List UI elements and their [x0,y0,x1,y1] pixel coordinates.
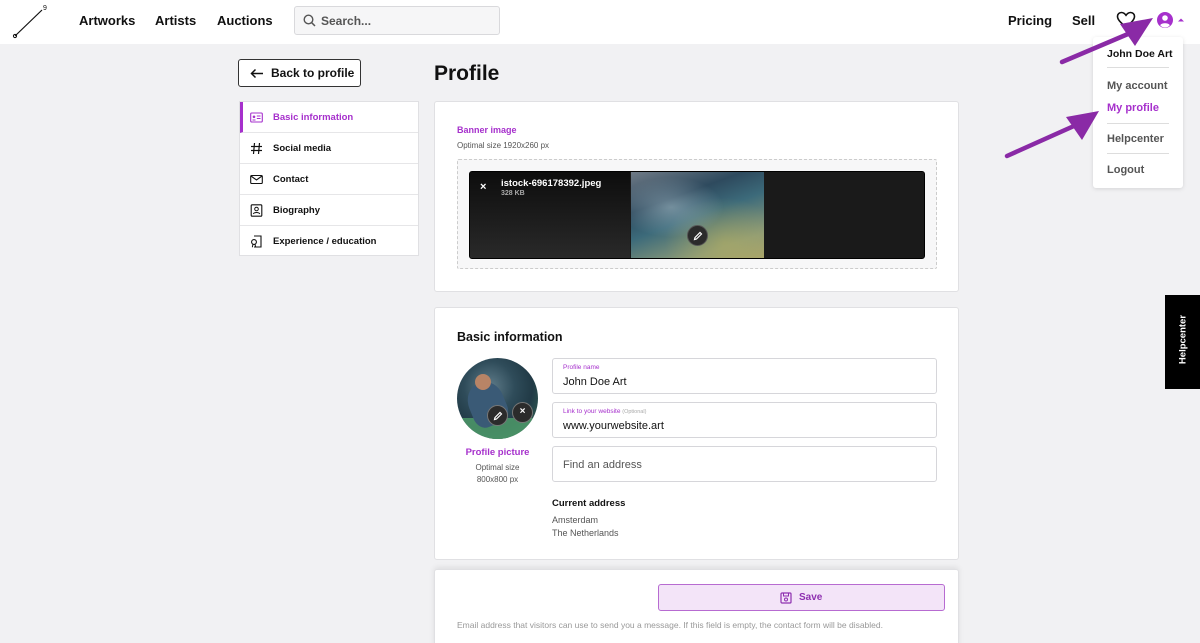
edit-banner-button[interactable] [687,225,708,246]
sidebar-item-label: Social media [273,143,332,154]
close-icon: × [519,406,526,417]
banner-dropzone[interactable]: × istock-696178392.jpeg 328 KB [457,159,937,269]
banner-image-label: Banner image [457,125,517,135]
website-label: Link to your website (Optional) [563,408,647,415]
save-button[interactable]: Save [658,584,945,611]
id-card-icon [250,112,263,123]
profile-picture-hint: Optimal size 800x800 px [475,463,520,484]
dropdown-divider [1107,123,1169,124]
profile-name-field[interactable]: Profile name [552,358,937,394]
logo-icon[interactable]: 9 [12,4,48,40]
dropdown-helpcenter[interactable]: Helpcenter [1107,133,1164,145]
sidebar-item-label: Basic information [273,112,354,123]
remove-profile-picture-button[interactable]: × [512,402,533,423]
hashtag-icon [251,142,262,155]
search-box[interactable] [294,6,500,35]
back-to-profile-button[interactable]: Back to profile [238,59,361,87]
dropdown-my-profile[interactable]: My profile [1107,102,1159,114]
section-title: Basic information [457,330,563,344]
banner-image-card: Banner image Optimal size 1920x260 px × … [434,101,959,292]
profile-picture-label: Profile picture [465,447,530,458]
helpcenter-side-tab[interactable]: Helpcenter [1165,295,1200,389]
nav-auctions[interactable]: Auctions [217,13,273,28]
website-field[interactable]: Link to your website (Optional) [552,402,937,438]
banner-file-size: 328 KB [501,190,525,197]
search-input[interactable] [321,12,491,30]
pencil-icon [693,231,703,241]
certificate-icon [251,235,262,248]
dropdown-my-account[interactable]: My account [1107,80,1168,92]
portrait-icon [250,204,263,217]
user-menu-button[interactable] [1157,12,1187,32]
pencil-icon [493,411,503,421]
current-address-value: Amsterdam The Netherlands [552,515,619,538]
profile-name-label: Profile name [563,364,600,371]
remove-banner-button[interactable]: × [480,181,486,193]
address-field[interactable] [552,446,937,482]
basic-information-card: Basic information × Profile picture Opti… [434,307,959,560]
sidebar-item-label: Contact [273,174,309,185]
user-avatar-icon [1157,12,1184,28]
dropdown-divider [1107,153,1169,154]
svg-text:9: 9 [43,5,47,12]
dropdown-user-name: John Doe Art [1107,48,1173,60]
profile-section-nav: Basic information Social media Contact B… [239,101,419,256]
profile-name-input[interactable] [563,375,923,389]
sidebar-item-contact[interactable]: Contact [240,164,418,195]
search-icon [303,14,316,27]
nav-pricing[interactable]: Pricing [1008,13,1052,28]
banner-file-name: istock-696178392.jpeg [501,178,602,189]
helpcenter-tab-label: Helpcenter [1177,314,1189,365]
top-navigation: 9 Artworks Artists Auctions Pricing Sell [0,0,1200,44]
page-title: Profile [434,62,500,85]
back-to-profile-label: Back to profile [271,66,355,80]
edit-profile-picture-button[interactable] [487,405,508,426]
heart-icon[interactable] [1116,11,1136,29]
save-label: Save [799,592,823,603]
dropdown-logout[interactable]: Logout [1107,164,1144,176]
sidebar-item-basic-information[interactable]: Basic information [240,102,418,133]
profile-picture [457,358,538,439]
dropdown-divider [1107,67,1169,68]
sidebar-item-biography[interactable]: Biography [240,195,418,226]
nav-sell[interactable]: Sell [1072,13,1095,28]
nav-artists[interactable]: Artists [155,13,196,28]
banner-image-preview: × istock-696178392.jpeg 328 KB [469,171,925,259]
sidebar-item-experience-education[interactable]: Experience / education [240,226,418,257]
sidebar-item-label: Experience / education [273,236,377,247]
floppy-disk-icon [780,592,792,604]
user-dropdown-menu: John Doe Art My account My profile Helpc… [1093,37,1183,188]
arrow-left-icon [250,68,263,79]
envelope-icon [250,174,263,185]
address-search-input[interactable] [563,457,923,473]
contact-hint-text: Email address that visitors can use to s… [457,620,883,630]
website-input[interactable] [563,419,923,433]
nav-artworks[interactable]: Artworks [79,13,135,28]
sidebar-item-label: Biography [273,205,320,216]
banner-image-hint: Optimal size 1920x260 px [457,141,550,150]
current-address-label: Current address [552,498,626,509]
save-bar: Save Email address that visitors can use… [434,569,959,643]
sidebar-item-social-media[interactable]: Social media [240,133,418,164]
